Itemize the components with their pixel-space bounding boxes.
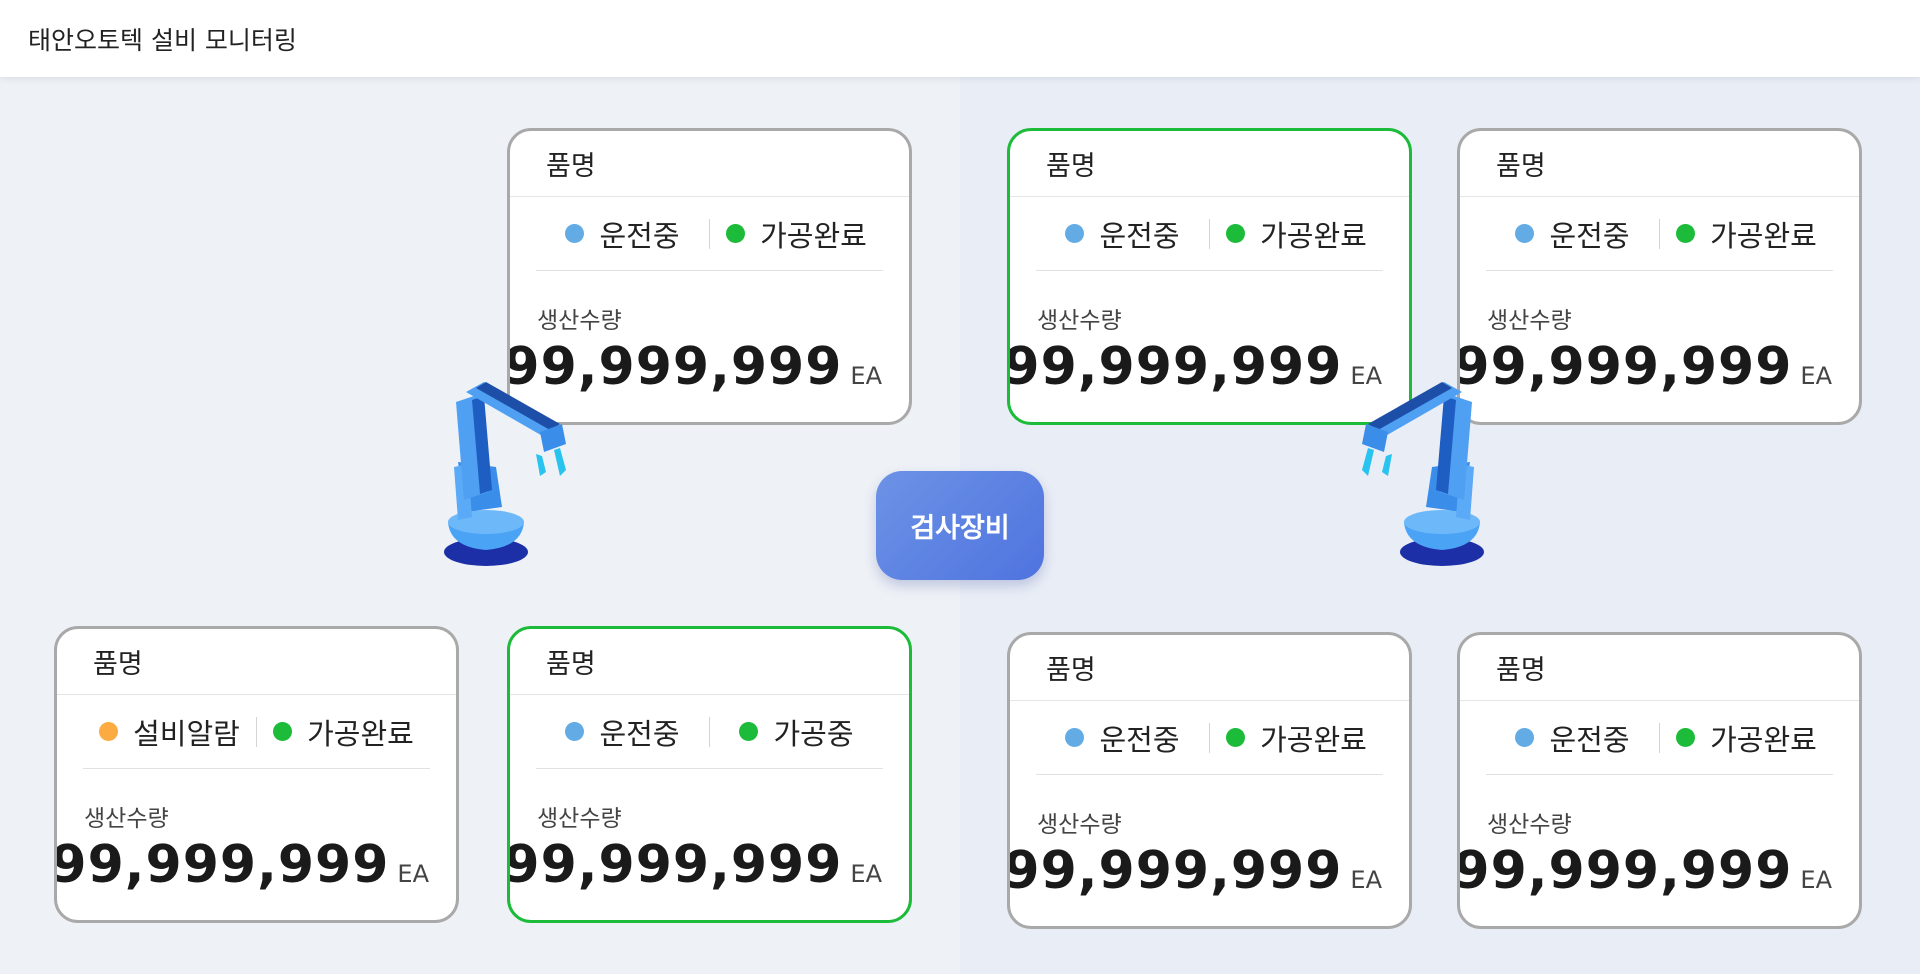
production-qty-value: 999,999,999: [1457, 337, 1793, 397]
process-status: 가공완료: [1659, 218, 1833, 253]
production-qty: 999,999,999 EA: [510, 835, 909, 895]
card-status-row: 운전중 가공완료: [1486, 701, 1833, 775]
card-status-row: 운전중 가공완료: [1036, 701, 1383, 775]
production-qty-unit: EA: [850, 362, 882, 390]
card-status-row: 운전중 가공완료: [536, 197, 883, 271]
equipment-card-bottom-1[interactable]: 품명 설비알람 가공완료 생산수량 999,999,999 EA: [54, 626, 459, 923]
production-qty-unit: EA: [397, 860, 429, 888]
production-qty: 999,999,999 EA: [1460, 841, 1859, 901]
card-status-row: 설비알람 가공완료: [83, 695, 430, 769]
app-header: 태안오토텍 설비 모니터링: [0, 0, 1920, 77]
production-qty: 999,999,999 EA: [1460, 337, 1859, 397]
card-item-name: 품명: [1010, 131, 1409, 197]
status-dot-icon: [565, 722, 585, 741]
status-dot-icon: [726, 224, 746, 243]
status-dot-icon: [99, 722, 119, 741]
run-status: 운전중: [1036, 213, 1209, 255]
production-qty-value: 999,999,999: [1007, 841, 1343, 901]
production-qty-label: 생산수량: [537, 308, 622, 334]
status-dot-icon: [565, 224, 585, 243]
process-status: 가공완료: [709, 218, 883, 253]
equipment-card-bottom-3[interactable]: 품명 운전중 가공완료 생산수량 999,999,999 EA: [1007, 632, 1412, 929]
status-dot-icon: [1676, 224, 1696, 243]
status-dot-icon: [1515, 224, 1535, 243]
production-qty-label: 생산수량: [1487, 308, 1572, 334]
production-qty: 999,999,999 EA: [1010, 841, 1409, 901]
production-qty-value: 999,999,999: [507, 835, 843, 895]
run-status: 운전중: [536, 213, 709, 255]
production-qty-unit: EA: [1800, 866, 1832, 894]
production-qty: 999,999,999 EA: [57, 835, 456, 895]
card-status-row: 운전중 가공완료: [1486, 197, 1833, 271]
run-status: 운전중: [1036, 717, 1209, 759]
production-qty-value: 999,999,999: [1457, 841, 1793, 901]
run-status: 운전중: [1486, 717, 1659, 759]
card-status-row: 운전중 가공완료: [1036, 197, 1383, 271]
card-item-name: 품명: [510, 131, 909, 197]
production-qty: 999,999,999 EA: [1010, 337, 1409, 397]
card-status-row: 운전중 가공중: [536, 695, 883, 769]
status-dot-icon: [1515, 728, 1535, 747]
card-item-name: 품명: [510, 629, 909, 695]
status-dot-icon: [1065, 224, 1085, 243]
process-status: 가공중: [709, 716, 883, 751]
production-qty-unit: EA: [1800, 362, 1832, 390]
process-status: 가공완료: [1209, 722, 1383, 757]
production-qty-label: 생산수량: [84, 806, 169, 832]
production-qty-label: 생산수량: [1037, 812, 1122, 838]
status-dot-icon: [739, 722, 759, 741]
production-qty-value: 999,999,999: [54, 835, 390, 895]
equipment-card-top-3[interactable]: 품명 운전중 가공완료 생산수량 999,999,999 EA: [1457, 128, 1862, 425]
robot-arm-icon: [1362, 382, 1484, 566]
card-item-name: 품명: [1010, 635, 1409, 701]
card-item-name: 품명: [1460, 131, 1859, 197]
run-status: 운전중: [1486, 213, 1659, 255]
production-qty-label: 생산수량: [1037, 308, 1122, 334]
status-dot-icon: [1226, 224, 1246, 243]
status-dot-icon: [273, 722, 293, 741]
status-dot-icon: [1676, 728, 1696, 747]
run-status: 운전중: [536, 711, 709, 753]
run-status: 설비알람: [83, 711, 256, 753]
equipment-card-bottom-2[interactable]: 품명 운전중 가공중 생산수량 999,999,999 EA: [507, 626, 912, 923]
production-qty-label: 생산수량: [1487, 812, 1572, 838]
robot-arm-icon: [444, 382, 566, 566]
page-title: 태안오토텍 설비 모니터링: [28, 25, 297, 55]
inspection-equipment-button[interactable]: 검사장비: [876, 471, 1044, 580]
production-qty-value: 999,999,999: [1007, 337, 1343, 397]
production-qty-unit: EA: [850, 860, 882, 888]
card-item-name: 품명: [57, 629, 456, 695]
status-dot-icon: [1065, 728, 1085, 747]
process-status: 가공완료: [1659, 722, 1833, 757]
production-qty-unit: EA: [1350, 866, 1382, 894]
status-dot-icon: [1226, 728, 1246, 747]
process-status: 가공완료: [1209, 218, 1383, 253]
production-qty-label: 생산수량: [537, 806, 622, 832]
equipment-card-bottom-4[interactable]: 품명 운전중 가공완료 생산수량 999,999,999 EA: [1457, 632, 1862, 929]
card-item-name: 품명: [1460, 635, 1859, 701]
process-status: 가공완료: [256, 716, 430, 751]
